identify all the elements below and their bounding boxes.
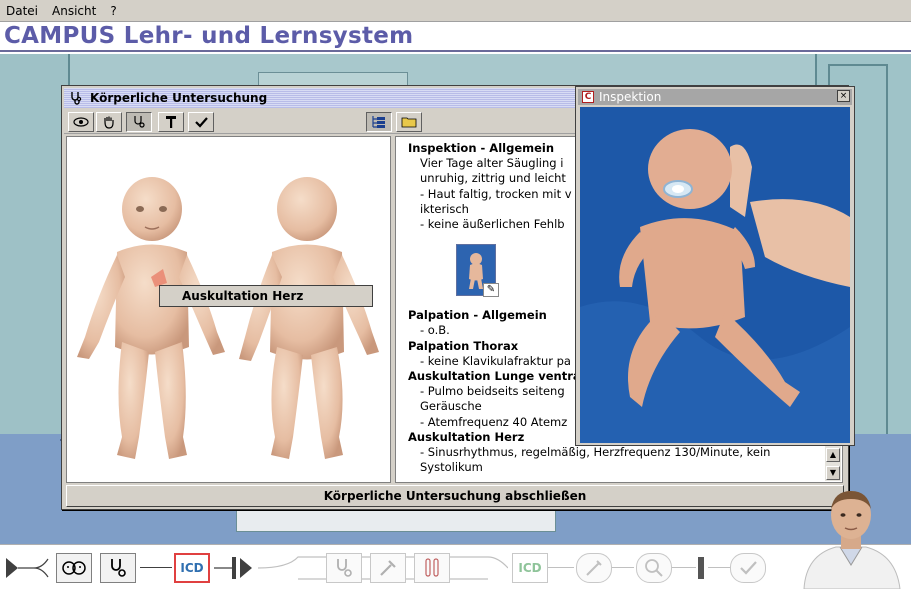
nav-separator-icon — [214, 557, 252, 579]
hammer-icon — [166, 116, 176, 128]
finish-examination-button[interactable]: Körperliche Untersuchung abschließen — [66, 485, 844, 507]
palpation-button[interactable] — [96, 112, 122, 132]
nav-lab-button[interactable] — [414, 553, 450, 583]
inspection-window: C Inspektion × — [575, 86, 855, 446]
nav-finish-button[interactable] — [730, 553, 766, 583]
nav-start-arrow-icon — [6, 558, 49, 578]
scroll-down-arrow[interactable]: ▼ — [826, 466, 840, 480]
menu-bar: Datei Ansicht ? — [0, 0, 911, 22]
nav-tools-button[interactable] — [370, 553, 406, 583]
stethoscope-icon — [111, 559, 126, 577]
baby-body-diagram — [77, 177, 379, 459]
campus-icon: C — [582, 91, 594, 103]
nav-diagnostics-button[interactable] — [326, 553, 362, 583]
nav-connector — [612, 567, 634, 568]
stethoscope-icon — [134, 116, 145, 128]
scroll-up-arrow[interactable]: ▲ — [826, 448, 840, 462]
nav-icd-button[interactable]: ICD — [174, 553, 210, 583]
app-title: CAMPUS Lehr- und Lernsystem — [4, 23, 414, 49]
folder-button[interactable] — [396, 112, 422, 132]
baby-front-figure[interactable] — [77, 177, 225, 459]
doctor-avatar[interactable] — [796, 485, 906, 589]
check-icon — [195, 117, 208, 128]
nav-connector — [708, 567, 730, 568]
menu-datei[interactable]: Datei — [6, 4, 38, 18]
stethoscope-icon — [71, 92, 82, 105]
inspection-photo-thumbnail[interactable]: ✎ — [456, 244, 499, 298]
nav-separator-icon — [698, 557, 704, 579]
menu-ansicht[interactable]: Ansicht — [52, 4, 96, 18]
context-menu-auskultation-herz[interactable]: Auskultation Herz — [159, 285, 373, 307]
exam-window-title: Körperliche Untersuchung — [90, 91, 268, 105]
nav-connector — [140, 567, 172, 568]
nav-search-button[interactable] — [636, 553, 672, 583]
folder-icon — [401, 117, 417, 128]
eye-icon — [73, 117, 89, 127]
wrench-icon — [380, 560, 396, 576]
nav-anamnesis-button[interactable] — [56, 553, 92, 583]
check-icon — [740, 561, 757, 575]
nav-examination-button[interactable] — [100, 553, 136, 583]
auscultation-button[interactable] — [126, 112, 152, 132]
app-title-bar: CAMPUS Lehr- und Lernsystem — [0, 22, 911, 52]
baby-photo-image — [580, 107, 850, 443]
nav-connector — [548, 567, 574, 568]
stethoscope-icon — [337, 559, 352, 577]
tree-view-button[interactable] — [366, 112, 392, 132]
confirm-button[interactable] — [188, 112, 214, 132]
nav-therapy-button[interactable] — [576, 553, 612, 583]
syringe-icon — [586, 560, 602, 576]
nav-icd-button-2[interactable]: ICD — [512, 553, 548, 583]
nav-connector — [672, 567, 696, 568]
magnifier-icon — [645, 559, 663, 577]
hand-icon — [104, 116, 114, 129]
finding-line: - Sinusrhythmus, regelmäßig, Herzfrequen… — [420, 445, 771, 460]
finding-line: Systolikum — [420, 460, 483, 475]
inspection-photo — [580, 107, 850, 443]
test-tubes-icon — [425, 558, 439, 577]
body-diagram-panel: Auskultation Herz — [66, 136, 391, 483]
navigation-bar: ICD ICD — [0, 544, 911, 589]
baby-back-figure[interactable] — [239, 177, 379, 459]
percussion-button[interactable] — [158, 112, 184, 132]
edit-icon[interactable]: ✎ — [483, 283, 499, 298]
menu-help[interactable]: ? — [110, 4, 116, 18]
close-button[interactable]: × — [837, 90, 850, 102]
tree-view-icon — [372, 116, 385, 128]
inspection-window-title: Inspektion — [599, 90, 662, 104]
inspection-window-titlebar[interactable]: C Inspektion — [578, 89, 852, 105]
faces-icon — [62, 561, 86, 575]
inspect-button[interactable] — [68, 112, 94, 132]
